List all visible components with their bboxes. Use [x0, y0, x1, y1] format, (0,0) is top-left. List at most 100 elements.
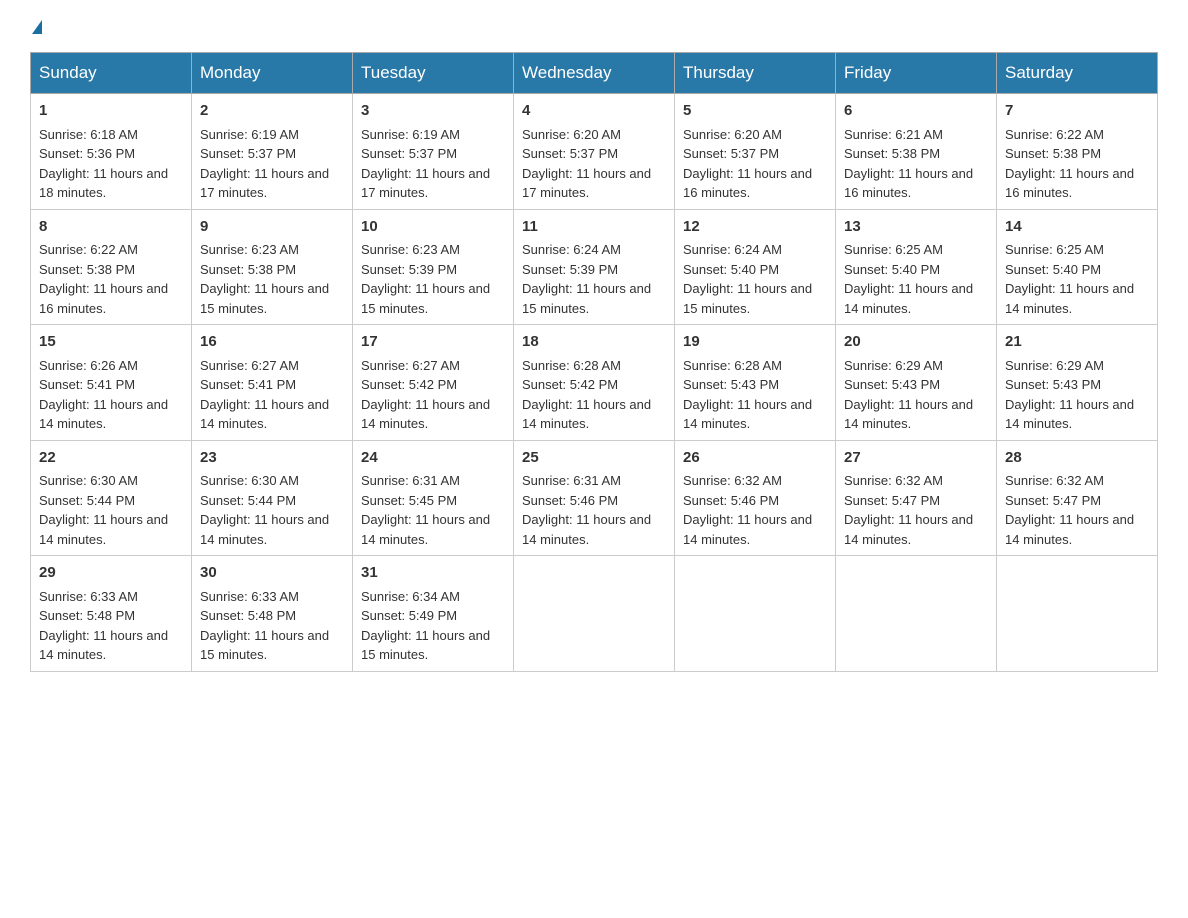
sunset-label: Sunset: 5:40 PM — [1005, 262, 1101, 277]
day-number: 26 — [683, 447, 827, 470]
day-number: 1 — [39, 100, 183, 123]
daylight-label: Daylight: 11 hours and 14 minutes. — [1005, 281, 1134, 316]
calendar-table: SundayMondayTuesdayWednesdayThursdayFrid… — [30, 52, 1158, 672]
sunrise-label: Sunrise: 6:29 AM — [1005, 358, 1104, 373]
calendar-cell: 27 Sunrise: 6:32 AM Sunset: 5:47 PM Dayl… — [836, 440, 997, 556]
calendar-header-monday: Monday — [192, 53, 353, 94]
sunset-label: Sunset: 5:47 PM — [844, 493, 940, 508]
calendar-week-row: 8 Sunrise: 6:22 AM Sunset: 5:38 PM Dayli… — [31, 209, 1158, 325]
calendar-cell: 25 Sunrise: 6:31 AM Sunset: 5:46 PM Dayl… — [514, 440, 675, 556]
calendar-cell: 6 Sunrise: 6:21 AM Sunset: 5:38 PM Dayli… — [836, 94, 997, 210]
sunset-label: Sunset: 5:47 PM — [1005, 493, 1101, 508]
sunset-label: Sunset: 5:41 PM — [39, 377, 135, 392]
day-number: 24 — [361, 447, 505, 470]
day-number: 3 — [361, 100, 505, 123]
calendar-cell: 12 Sunrise: 6:24 AM Sunset: 5:40 PM Dayl… — [675, 209, 836, 325]
sunset-label: Sunset: 5:38 PM — [844, 146, 940, 161]
sunset-label: Sunset: 5:37 PM — [522, 146, 618, 161]
sunrise-label: Sunrise: 6:20 AM — [683, 127, 782, 142]
daylight-label: Daylight: 11 hours and 14 minutes. — [39, 512, 168, 547]
day-number: 21 — [1005, 331, 1149, 354]
daylight-label: Daylight: 11 hours and 14 minutes. — [1005, 512, 1134, 547]
calendar-cell: 14 Sunrise: 6:25 AM Sunset: 5:40 PM Dayl… — [997, 209, 1158, 325]
day-number: 16 — [200, 331, 344, 354]
sunset-label: Sunset: 5:40 PM — [683, 262, 779, 277]
daylight-label: Daylight: 11 hours and 14 minutes. — [522, 397, 651, 432]
sunrise-label: Sunrise: 6:33 AM — [39, 589, 138, 604]
sunset-label: Sunset: 5:37 PM — [683, 146, 779, 161]
daylight-label: Daylight: 11 hours and 14 minutes. — [844, 512, 973, 547]
sunset-label: Sunset: 5:45 PM — [361, 493, 457, 508]
sunset-label: Sunset: 5:36 PM — [39, 146, 135, 161]
day-number: 31 — [361, 562, 505, 585]
sunset-label: Sunset: 5:38 PM — [39, 262, 135, 277]
sunrise-label: Sunrise: 6:34 AM — [361, 589, 460, 604]
sunrise-label: Sunrise: 6:25 AM — [1005, 242, 1104, 257]
calendar-cell: 26 Sunrise: 6:32 AM Sunset: 5:46 PM Dayl… — [675, 440, 836, 556]
calendar-cell: 21 Sunrise: 6:29 AM Sunset: 5:43 PM Dayl… — [997, 325, 1158, 441]
sunset-label: Sunset: 5:37 PM — [361, 146, 457, 161]
day-number: 13 — [844, 216, 988, 239]
sunset-label: Sunset: 5:38 PM — [1005, 146, 1101, 161]
day-number: 7 — [1005, 100, 1149, 123]
daylight-label: Daylight: 11 hours and 14 minutes. — [361, 397, 490, 432]
sunset-label: Sunset: 5:38 PM — [200, 262, 296, 277]
daylight-label: Daylight: 11 hours and 14 minutes. — [200, 397, 329, 432]
sunrise-label: Sunrise: 6:28 AM — [522, 358, 621, 373]
calendar-cell: 13 Sunrise: 6:25 AM Sunset: 5:40 PM Dayl… — [836, 209, 997, 325]
daylight-label: Daylight: 11 hours and 14 minutes. — [361, 512, 490, 547]
sunset-label: Sunset: 5:49 PM — [361, 608, 457, 623]
day-number: 2 — [200, 100, 344, 123]
calendar-cell: 5 Sunrise: 6:20 AM Sunset: 5:37 PM Dayli… — [675, 94, 836, 210]
calendar-week-row: 29 Sunrise: 6:33 AM Sunset: 5:48 PM Dayl… — [31, 556, 1158, 672]
daylight-label: Daylight: 11 hours and 14 minutes. — [522, 512, 651, 547]
daylight-label: Daylight: 11 hours and 16 minutes. — [844, 166, 973, 201]
calendar-cell: 9 Sunrise: 6:23 AM Sunset: 5:38 PM Dayli… — [192, 209, 353, 325]
sunset-label: Sunset: 5:41 PM — [200, 377, 296, 392]
daylight-label: Daylight: 11 hours and 15 minutes. — [522, 281, 651, 316]
calendar-cell: 28 Sunrise: 6:32 AM Sunset: 5:47 PM Dayl… — [997, 440, 1158, 556]
calendar-week-row: 22 Sunrise: 6:30 AM Sunset: 5:44 PM Dayl… — [31, 440, 1158, 556]
daylight-label: Daylight: 11 hours and 14 minutes. — [844, 281, 973, 316]
daylight-label: Daylight: 11 hours and 16 minutes. — [1005, 166, 1134, 201]
calendar-cell: 24 Sunrise: 6:31 AM Sunset: 5:45 PM Dayl… — [353, 440, 514, 556]
sunrise-label: Sunrise: 6:32 AM — [1005, 473, 1104, 488]
day-number: 4 — [522, 100, 666, 123]
calendar-cell: 30 Sunrise: 6:33 AM Sunset: 5:48 PM Dayl… — [192, 556, 353, 672]
daylight-label: Daylight: 11 hours and 14 minutes. — [1005, 397, 1134, 432]
daylight-label: Daylight: 11 hours and 14 minutes. — [200, 512, 329, 547]
calendar-header-sunday: Sunday — [31, 53, 192, 94]
calendar-week-row: 1 Sunrise: 6:18 AM Sunset: 5:36 PM Dayli… — [31, 94, 1158, 210]
day-number: 14 — [1005, 216, 1149, 239]
day-number: 6 — [844, 100, 988, 123]
calendar-cell — [675, 556, 836, 672]
sunset-label: Sunset: 5:46 PM — [522, 493, 618, 508]
calendar-cell: 31 Sunrise: 6:34 AM Sunset: 5:49 PM Dayl… — [353, 556, 514, 672]
sunrise-label: Sunrise: 6:18 AM — [39, 127, 138, 142]
sunset-label: Sunset: 5:43 PM — [844, 377, 940, 392]
sunset-label: Sunset: 5:48 PM — [200, 608, 296, 623]
sunrise-label: Sunrise: 6:22 AM — [39, 242, 138, 257]
daylight-label: Daylight: 11 hours and 15 minutes. — [200, 628, 329, 663]
sunrise-label: Sunrise: 6:23 AM — [361, 242, 460, 257]
calendar-cell: 23 Sunrise: 6:30 AM Sunset: 5:44 PM Dayl… — [192, 440, 353, 556]
sunrise-label: Sunrise: 6:25 AM — [844, 242, 943, 257]
sunrise-label: Sunrise: 6:23 AM — [200, 242, 299, 257]
daylight-label: Daylight: 11 hours and 15 minutes. — [200, 281, 329, 316]
day-number: 9 — [200, 216, 344, 239]
logo — [30, 20, 44, 34]
sunset-label: Sunset: 5:40 PM — [844, 262, 940, 277]
sunset-label: Sunset: 5:46 PM — [683, 493, 779, 508]
calendar-cell: 20 Sunrise: 6:29 AM Sunset: 5:43 PM Dayl… — [836, 325, 997, 441]
logo-text — [30, 20, 44, 34]
calendar-cell — [836, 556, 997, 672]
daylight-label: Daylight: 11 hours and 14 minutes. — [683, 397, 812, 432]
day-number: 20 — [844, 331, 988, 354]
sunrise-label: Sunrise: 6:22 AM — [1005, 127, 1104, 142]
sunrise-label: Sunrise: 6:30 AM — [200, 473, 299, 488]
sunset-label: Sunset: 5:44 PM — [200, 493, 296, 508]
day-number: 8 — [39, 216, 183, 239]
daylight-label: Daylight: 11 hours and 14 minutes. — [683, 512, 812, 547]
sunrise-label: Sunrise: 6:32 AM — [683, 473, 782, 488]
daylight-label: Daylight: 11 hours and 16 minutes. — [39, 281, 168, 316]
